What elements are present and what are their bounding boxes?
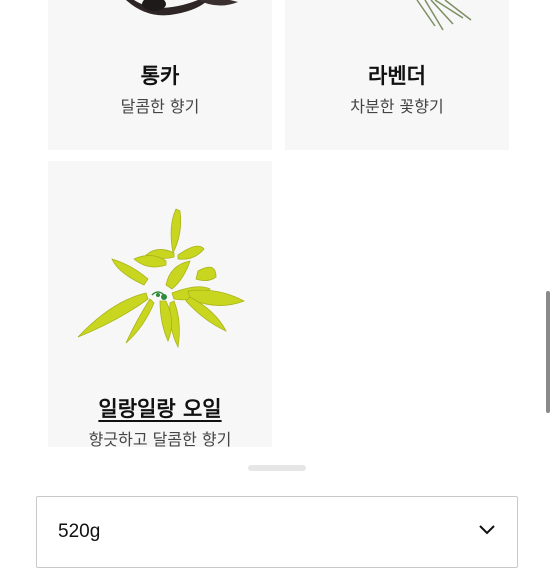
selected-size-value: 520g: [58, 521, 101, 542]
ylang-ylang-flower-image: [77, 208, 245, 349]
ingredient-card-tonka[interactable]: 통카 달콤한 향기: [48, 0, 272, 150]
chevron-down-icon: [479, 525, 495, 535]
bottom-sheet-drag-handle[interactable]: [248, 465, 306, 471]
card-subtitle: 차분한 꽃향기: [350, 97, 444, 116]
ingredient-card-lavender[interactable]: 라벤더 차분한 꽃향기: [285, 0, 509, 150]
tonka-bean-image: [126, 0, 238, 16]
scrollbar-thumb[interactable]: [546, 291, 550, 413]
card-subtitle: 달콤한 향기: [120, 97, 200, 116]
card-title: 라벤더: [368, 64, 426, 88]
card-title: 통카: [140, 64, 180, 88]
lavender-image: [416, 0, 472, 31]
ingredient-card-ylang-ylang[interactable]: 일랑일랑 오일 향긋하고 달콤한 향기: [48, 161, 272, 447]
card-subtitle: 향긋하고 달콤한 향기: [88, 430, 232, 447]
size-select[interactable]: 520g: [36, 496, 518, 568]
card-title: 일랑일랑 오일: [98, 397, 222, 421]
